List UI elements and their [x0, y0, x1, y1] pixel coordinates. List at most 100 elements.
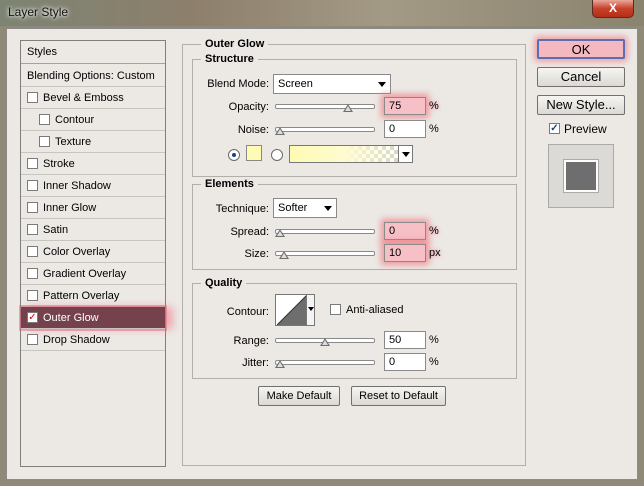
- styles-list: Styles Blending Options: Custom Bevel & …: [20, 40, 166, 467]
- range-label: Range:: [233, 335, 269, 347]
- structure-title: Structure: [201, 53, 258, 65]
- elements-group: Elements Technique: Softer Spread: 0 % S…: [192, 178, 517, 270]
- blend-mode-label: Blend Mode:: [207, 78, 269, 90]
- reset-to-default-button[interactable]: Reset to Default: [351, 386, 446, 406]
- spread-field[interactable]: 0: [384, 222, 426, 240]
- window-title: Layer Style: [8, 5, 69, 19]
- effect-label: Outer Glow: [43, 312, 99, 324]
- jitter-slider[interactable]: [275, 360, 375, 368]
- effect-item[interactable]: Gradient Overlay: [21, 263, 165, 285]
- quality-title: Quality: [201, 277, 247, 289]
- effect-checkbox[interactable]: [27, 334, 38, 345]
- chevron-down-icon: [324, 206, 332, 211]
- jitter-label: Jitter:: [242, 357, 269, 369]
- blending-options-label: Blending Options: Custom: [27, 70, 155, 82]
- opacity-slider-thumb[interactable]: [342, 104, 353, 112]
- preview-label: Preview: [564, 122, 607, 136]
- spread-unit: %: [429, 225, 439, 237]
- blend-mode-select[interactable]: Screen: [273, 74, 391, 94]
- noise-unit: %: [429, 123, 439, 135]
- effect-checkbox[interactable]: [27, 180, 38, 191]
- size-label: Size:: [244, 248, 269, 260]
- size-slider-thumb[interactable]: [278, 251, 289, 259]
- effect-label: Contour: [55, 114, 95, 126]
- cancel-button[interactable]: Cancel: [537, 67, 625, 87]
- gradient-radio[interactable]: [271, 149, 283, 161]
- effect-label: Inner Shadow: [43, 180, 111, 192]
- range-field[interactable]: 50: [384, 331, 426, 349]
- spread-slider[interactable]: [275, 229, 375, 237]
- noise-value: 0: [389, 123, 396, 135]
- effect-item[interactable]: Satin: [21, 219, 165, 241]
- effect-label: Drop Shadow: [43, 334, 110, 346]
- effect-checkbox[interactable]: [27, 202, 38, 213]
- effect-item[interactable]: Stroke: [21, 153, 165, 175]
- effect-label: Bevel & Emboss: [43, 92, 124, 104]
- range-unit: %: [429, 334, 439, 346]
- styles-header[interactable]: Styles: [21, 41, 165, 64]
- effect-checkbox[interactable]: [27, 158, 38, 169]
- effect-item[interactable]: Inner Shadow: [21, 175, 165, 197]
- make-default-button[interactable]: Make Default: [258, 386, 340, 406]
- effect-checkbox[interactable]: [27, 290, 38, 301]
- size-value: 10: [389, 247, 402, 259]
- effect-label: Gradient Overlay: [43, 268, 127, 280]
- effect-label: Pattern Overlay: [43, 290, 120, 302]
- gradient-picker[interactable]: [289, 145, 413, 163]
- ok-button[interactable]: OK: [537, 39, 625, 59]
- preview-checkbox[interactable]: ✓: [549, 123, 560, 134]
- effect-item[interactable]: Drop Shadow: [21, 329, 165, 351]
- size-field[interactable]: 10: [384, 244, 426, 262]
- chevron-down-icon: [402, 152, 410, 157]
- solid-color-radio[interactable]: [228, 149, 240, 161]
- jitter-slider-thumb[interactable]: [275, 360, 285, 368]
- glow-color-swatch[interactable]: [246, 145, 262, 161]
- opacity-slider[interactable]: [275, 104, 375, 112]
- effect-checkbox[interactable]: ✓: [27, 312, 38, 323]
- effect-item[interactable]: ✓ Outer Glow: [21, 307, 165, 329]
- technique-value: Softer: [278, 202, 308, 214]
- title-bar[interactable]: Layer Style X: [0, 0, 644, 26]
- size-unit: px: [429, 247, 441, 259]
- anti-aliased-checkbox[interactable]: [330, 304, 341, 315]
- elements-title: Elements: [201, 178, 258, 190]
- effect-item[interactable]: Color Overlay: [21, 241, 165, 263]
- close-button[interactable]: X: [592, 0, 634, 18]
- effect-checkbox[interactable]: [27, 224, 38, 235]
- effect-checkbox[interactable]: [27, 246, 38, 257]
- preview-thumbnail: [548, 144, 614, 208]
- chevron-down-icon: [308, 307, 314, 311]
- noise-slider[interactable]: [275, 127, 375, 135]
- effect-item[interactable]: Bevel & Emboss: [21, 87, 165, 109]
- technique-select[interactable]: Softer: [273, 198, 337, 218]
- range-slider-thumb[interactable]: [320, 338, 330, 346]
- opacity-field[interactable]: 75: [384, 97, 426, 115]
- effect-item[interactable]: Inner Glow: [21, 197, 165, 219]
- technique-label: Technique:: [215, 203, 269, 215]
- effect-item[interactable]: Texture: [21, 131, 165, 153]
- preview-swatch: [563, 159, 599, 193]
- chevron-down-icon: [378, 82, 386, 87]
- effect-item[interactable]: Pattern Overlay: [21, 285, 165, 307]
- jitter-field[interactable]: 0: [384, 353, 426, 371]
- range-slider[interactable]: [275, 338, 375, 346]
- effect-checkbox[interactable]: [39, 114, 50, 125]
- new-style-button[interactable]: New Style...: [537, 95, 625, 115]
- effect-checkbox[interactable]: [39, 136, 50, 147]
- contour-picker[interactable]: [275, 294, 315, 326]
- size-slider[interactable]: [275, 251, 375, 259]
- effect-checkbox[interactable]: [27, 268, 38, 279]
- effect-label: Color Overlay: [43, 246, 111, 258]
- blending-options-item[interactable]: Blending Options: Custom: [21, 64, 165, 87]
- spread-slider-thumb[interactable]: [275, 229, 285, 237]
- effect-label: Stroke: [43, 158, 75, 170]
- contour-dropdown-button[interactable]: [306, 295, 314, 325]
- effect-item[interactable]: Contour: [21, 109, 165, 131]
- close-icon: X: [608, 1, 617, 15]
- spread-label: Spread:: [230, 226, 269, 238]
- effect-checkbox[interactable]: [27, 92, 38, 103]
- noise-field[interactable]: 0: [384, 120, 426, 138]
- noise-slider-thumb[interactable]: [275, 127, 285, 135]
- gradient-dropdown-button[interactable]: [398, 146, 412, 162]
- opacity-label: Opacity:: [228, 101, 269, 113]
